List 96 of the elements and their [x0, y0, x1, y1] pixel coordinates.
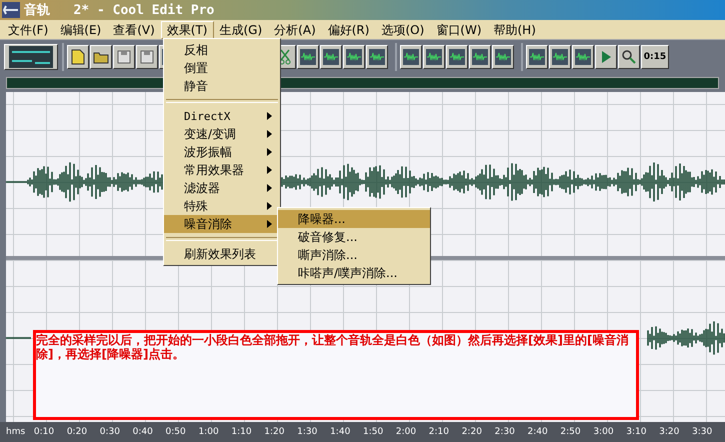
toolbar-button[interactable]	[492, 45, 514, 69]
submenu-arrow-icon	[267, 184, 272, 192]
ruler-unit: hms	[6, 427, 26, 437]
waveform-icon	[346, 49, 362, 65]
ruler-label: 2:20	[462, 427, 483, 437]
menu-item[interactable]: 生成(G)	[214, 20, 268, 38]
menu-entry[interactable]: 嘶声消除...	[278, 246, 430, 264]
menu-entry[interactable]: 滤波器	[164, 179, 280, 197]
submenu-arrow-icon	[267, 148, 272, 156]
menu-entry[interactable]: 静音	[164, 77, 280, 95]
ruler-label: 3:10	[626, 427, 648, 437]
submenu-arrow-icon	[267, 220, 272, 228]
ruler-label: 0:30	[100, 427, 121, 437]
waveform-icon	[426, 49, 442, 65]
ruler-label: 0:20	[66, 427, 88, 437]
menu-item[interactable]: 文件(F)	[2, 20, 54, 38]
toolbar-button[interactable]	[618, 45, 640, 69]
menu-entry[interactable]: 刷新效果列表	[164, 245, 280, 263]
ruler-label: 1:50	[362, 427, 384, 437]
toolbar-button[interactable]	[136, 45, 158, 69]
play-icon	[600, 50, 612, 64]
toolbar-button[interactable]	[526, 45, 548, 69]
toolbar-button[interactable]	[343, 45, 365, 69]
waveform-icon	[495, 49, 511, 65]
ruler-label: 1:00	[198, 427, 220, 437]
toolbar-button[interactable]	[469, 45, 491, 69]
submenu-arrow-icon	[267, 202, 272, 210]
annotation-text: 完全的采样完以后，把开始的一小段白色全部拖开，让整个音轨全是白色（如图）然后再选择[效果]里的[噪音消除]，再选择[降噪器]点击。	[36, 333, 630, 361]
waveform-drawing	[6, 336, 31, 340]
toolbar-button[interactable]	[90, 45, 112, 69]
menu-entry[interactable]: 特殊	[164, 197, 280, 215]
waveform-icon	[552, 49, 568, 65]
app-icon	[2, 2, 20, 18]
menu-entry[interactable]: 常用效果器	[164, 161, 280, 179]
ruler-label: 1:20	[264, 427, 286, 437]
toolbar-button[interactable]	[366, 45, 388, 69]
menu-item[interactable]: 帮助(H)	[488, 20, 542, 38]
menu-entry[interactable]: 反相	[164, 41, 280, 59]
floppy-icon	[140, 50, 154, 64]
folder-icon	[93, 50, 109, 64]
submenu-arrow-icon	[267, 112, 272, 120]
ruler-label: 2:50	[560, 427, 582, 437]
time-button[interactable]: 0:15	[641, 45, 669, 69]
ruler-label: 2:40	[528, 427, 549, 437]
menu-item[interactable]: 选项(O)	[375, 20, 430, 38]
ruler-label: 0:10	[34, 427, 56, 437]
menu-entry[interactable]: 咔嗒声/噗声消除...	[278, 264, 430, 282]
menu-item[interactable]: 编辑(E)	[54, 20, 108, 38]
ruler-label: 3:20	[659, 427, 680, 437]
waveform-icon	[403, 49, 419, 65]
ruler-label: 2:30	[494, 427, 516, 437]
menu-entry[interactable]: 倒置	[164, 59, 280, 77]
menu-item[interactable]: 偏好(R)	[322, 20, 376, 38]
submenu-arrow-icon	[267, 166, 272, 174]
ruler-label: 1:10	[231, 427, 253, 437]
scissors-icon	[279, 49, 291, 65]
menu-entry[interactable]: 变速/变调	[164, 125, 280, 143]
toolbar-button[interactable]	[446, 45, 468, 69]
menu-item[interactable]: 分析(A)	[268, 20, 322, 38]
waveform-icon	[449, 49, 465, 65]
waveform-icon	[323, 49, 339, 65]
toolbar-button[interactable]	[423, 45, 445, 69]
submenu-arrow-icon	[267, 130, 272, 138]
waveform-icon	[300, 49, 316, 65]
ruler-label: 0:40	[132, 427, 154, 437]
ruler-label: 0:50	[166, 427, 187, 437]
toolbar-button[interactable]	[400, 45, 422, 69]
ruler-label: 1:40	[330, 427, 352, 437]
menu-item[interactable]: 查看(V)	[107, 20, 161, 38]
waveform-icon	[575, 49, 591, 65]
waveform-icon	[472, 49, 488, 65]
document-icon	[71, 49, 85, 65]
toolbar-button[interactable]	[320, 45, 342, 69]
menu-entry[interactable]: 波形振幅	[164, 143, 280, 161]
ruler-label: 2:10	[428, 427, 450, 437]
track-view-button[interactable]	[4, 44, 58, 70]
ruler-label: 3:00	[593, 427, 615, 437]
menu-item[interactable]: 窗口(W)	[430, 20, 488, 38]
ruler-label: 1:30	[297, 427, 318, 437]
waveform-icon	[369, 49, 385, 65]
ruler-label: 3:30	[692, 427, 714, 437]
ruler-label: 2:00	[396, 427, 418, 437]
toolbar-button[interactable]	[113, 45, 135, 69]
window-title: 音轨 2* - Cool Edit Pro	[24, 2, 214, 19]
menu-entry[interactable]: DirectX	[164, 107, 280, 125]
toolbar-button[interactable]	[67, 45, 89, 69]
menu-entry[interactable]: 噪音消除	[164, 215, 280, 233]
toolbar-button[interactable]	[572, 45, 594, 69]
menu-entry[interactable]: 破音修复...	[278, 228, 430, 246]
toolbar-button[interactable]	[595, 45, 617, 69]
toolbar-button[interactable]	[297, 45, 319, 69]
waveform-icon	[529, 49, 545, 65]
menu-entry[interactable]: 降噪器...	[278, 210, 430, 228]
zoom-icon	[621, 49, 637, 65]
toolbar-button[interactable]	[549, 45, 571, 69]
floppy-icon	[117, 50, 131, 64]
